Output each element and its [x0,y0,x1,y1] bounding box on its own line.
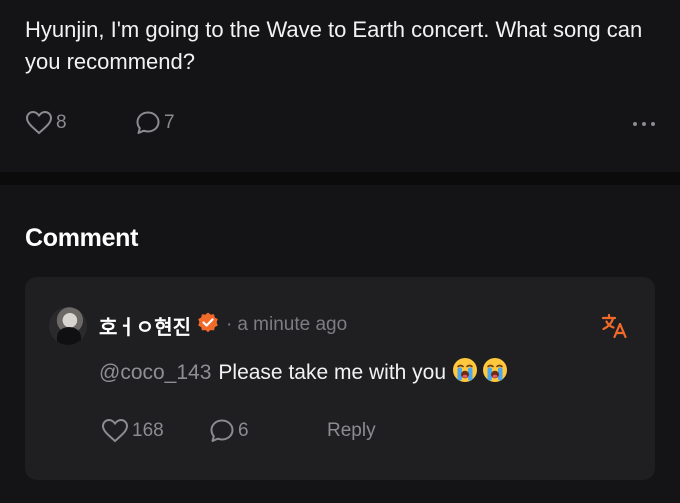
loudly-crying-face-icon [452,357,478,389]
reply-button[interactable]: Reply [327,420,376,442]
heart-icon [25,110,53,136]
verified-badge-icon [196,311,220,340]
author-name[interactable]: 호ㅓㅇ현진 [99,311,191,340]
post-actions: 8 7 [25,110,655,138]
comment-author-row: 호ㅓㅇ현진 · a minute ago [99,311,348,340]
comment-timestamp: a minute ago [237,314,348,335]
comment-text: @coco_143 Please take me with you [99,357,508,389]
post-text: Hyunjin, I'm going to the Wave to Earth … [25,17,643,74]
meta-separator: · [226,314,233,335]
comment-actions: 168 6 Reply [101,418,501,446]
avatar[interactable] [49,307,87,345]
post-like-button[interactable]: 8 [25,110,67,136]
translate-icon[interactable] [601,313,629,344]
comment-bubble-icon [209,418,235,444]
post-comment-button[interactable]: 7 [135,110,175,136]
comment-card: 호ㅓㅇ현진 · a minute ago @coco_143 Please ta… [25,277,655,480]
more-horizontal-icon[interactable] [633,112,655,136]
mention-link[interactable]: @coco_143 [99,361,211,385]
comment-section-title: Comment [25,224,139,252]
loudly-crying-face-icon [482,357,508,389]
section-divider [0,172,680,185]
comment-body: Please take me with you [218,361,447,384]
comment-like-count: 168 [132,420,164,441]
post: Hyunjin, I'm going to the Wave to Earth … [0,0,680,172]
post-like-count: 8 [56,112,67,133]
comment-bubble-icon [135,110,161,136]
post-comment-count: 7 [164,112,175,133]
heart-icon [101,418,129,444]
comment-reply-count: 6 [238,420,249,441]
comment-like-button[interactable]: 168 [101,418,164,444]
comment-replies-button[interactable]: 6 [209,418,249,444]
